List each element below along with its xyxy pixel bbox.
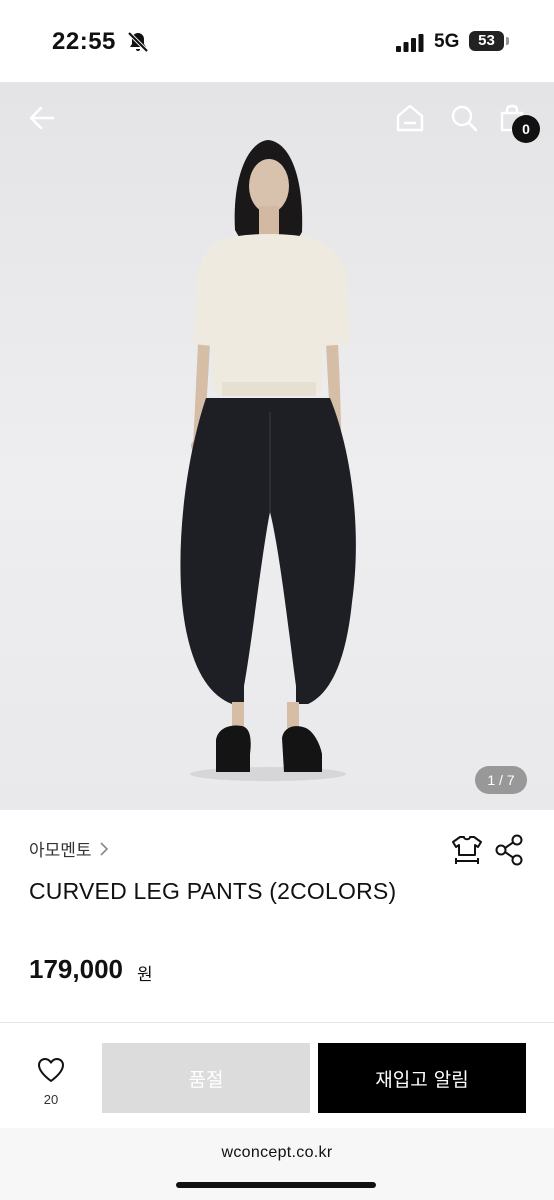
size-guide-icon[interactable] <box>450 833 484 867</box>
url-text: wconcept.co.kr <box>221 1144 333 1161</box>
home-indicator[interactable] <box>176 1182 376 1188</box>
product-image-carousel[interactable]: 0 1 / 7 <box>0 82 554 810</box>
soldout-button[interactable]: 품절 <box>102 1043 310 1113</box>
purchase-action-bar: 20 품절 재입고 알림 <box>0 1022 554 1128</box>
wish-count: 20 <box>43 1092 59 1107</box>
search-button[interactable] <box>446 100 482 136</box>
back-button[interactable] <box>24 100 60 136</box>
network-type: 5G <box>434 31 460 52</box>
product-photo <box>180 140 356 781</box>
status-time: 22:55 <box>52 28 116 55</box>
chevron-right-icon <box>99 841 108 856</box>
brand-name: 아모멘토 <box>29 841 92 860</box>
battery-icon: 53 <box>469 31 509 53</box>
price-currency: 원 <box>137 965 153 984</box>
restock-alert-button[interactable]: 재입고 알림 <box>318 1043 526 1113</box>
home-icon <box>396 104 424 132</box>
browser-url-bar[interactable]: wconcept.co.kr <box>0 1128 554 1200</box>
search-icon <box>451 105 478 132</box>
back-arrow-icon <box>29 106 55 130</box>
product-price: 179,000 <box>29 954 123 984</box>
heart-icon <box>38 1058 64 1082</box>
home-button[interactable] <box>392 100 428 136</box>
image-pager: 1 / 7 <box>475 766 527 794</box>
wishlist-button[interactable]: 20 <box>30 1057 72 1107</box>
share-icon[interactable] <box>494 834 524 866</box>
cart-count-badge[interactable]: 0 <box>512 115 540 143</box>
status-bar: 22:55 5G 53 <box>0 0 554 82</box>
battery-level: 53 <box>478 32 495 49</box>
product-name: CURVED LEG PANTS (2COLORS) <box>29 878 397 904</box>
brand-link[interactable]: 아모멘토 <box>29 836 110 861</box>
signal-icon <box>396 34 424 52</box>
bell-off-icon <box>127 31 149 53</box>
